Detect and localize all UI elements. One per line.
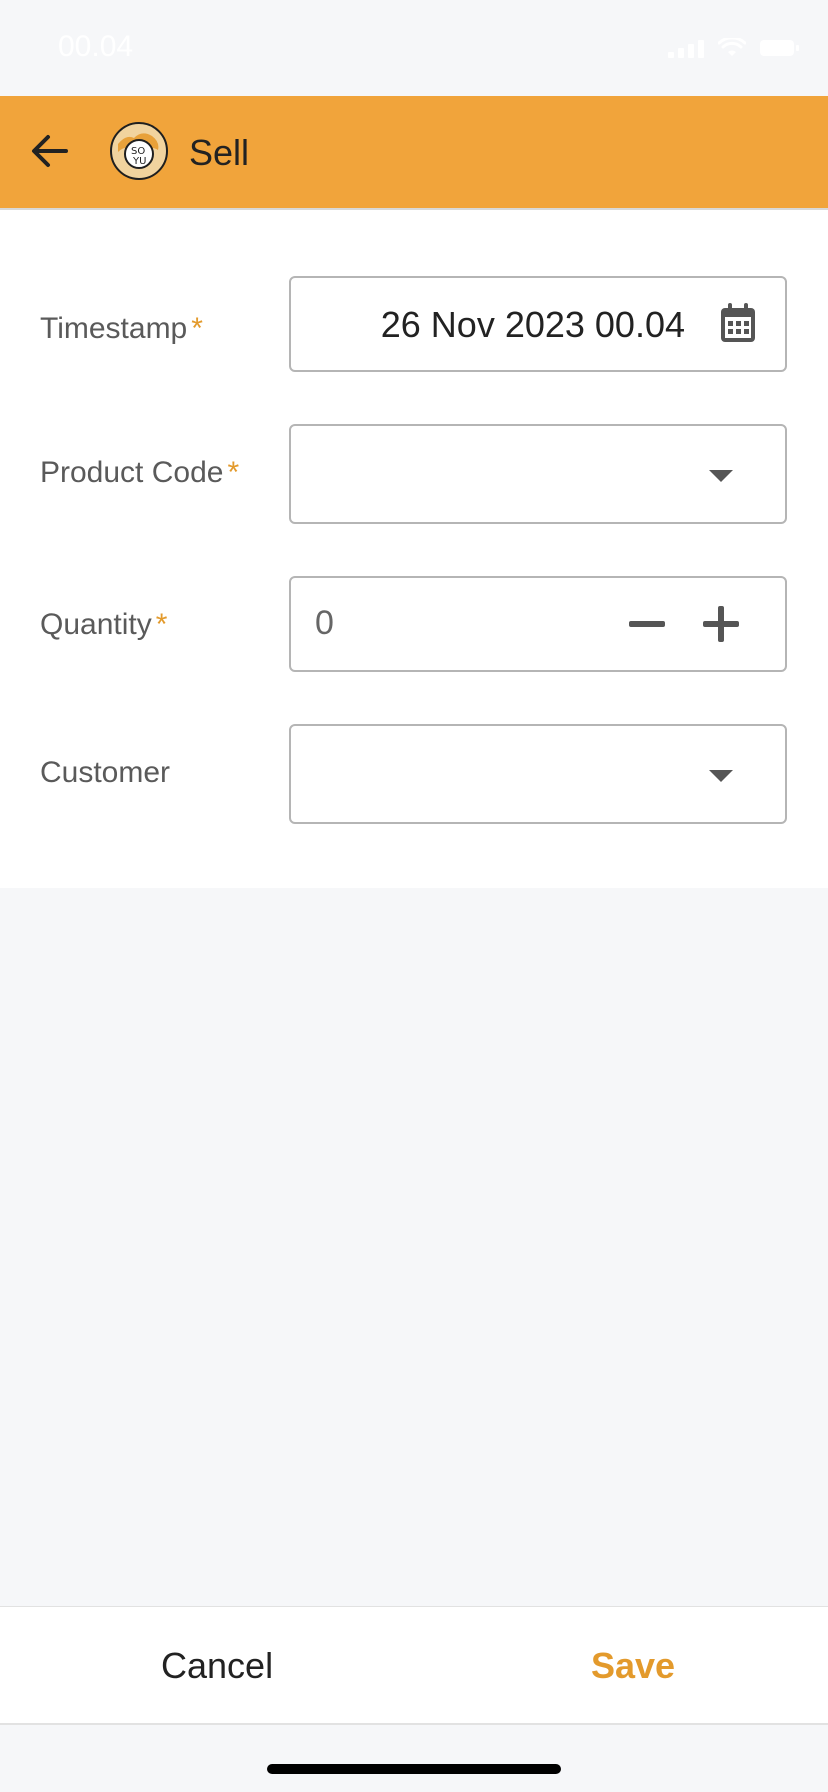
wifi-icon — [718, 38, 746, 56]
status-bar: 00.04 — [0, 0, 828, 96]
required-mark: * — [155, 608, 168, 641]
customer-label: Customer — [40, 756, 171, 789]
quantity-stepper[interactable]: 0 — [289, 576, 787, 672]
quantity-input[interactable]: 0 — [315, 604, 334, 643]
timestamp-value: 26 Nov 2023 00.04 — [380, 304, 685, 345]
timestamp-field[interactable]: 26 Nov 2023 00.04 — [289, 276, 787, 372]
arrow-left-icon — [32, 135, 68, 167]
required-mark: * — [191, 312, 203, 345]
product-code-label-text: Product Code — [40, 456, 224, 489]
save-button[interactable]: Save — [591, 1645, 675, 1687]
quantity-label-text: Quantity — [40, 608, 152, 641]
page-title: Sell — [189, 132, 250, 173]
caret-down-icon[interactable] — [709, 770, 733, 782]
calendar-icon[interactable] — [719, 302, 757, 344]
plus-icon[interactable] — [701, 604, 741, 644]
quantity-label: Quantity * — [40, 608, 167, 642]
sell-form: Timestamp * 26 Nov 2023 00.04 Product Cod… — [0, 210, 828, 888]
signal-icon — [668, 38, 704, 58]
status-time: 00.04 — [58, 30, 134, 63]
action-footer: Cancel Save — [0, 1606, 828, 1725]
timestamp-label: Timestamp * — [40, 312, 203, 346]
app-logo: SO YU — [110, 122, 168, 180]
timestamp-label-text: Timestamp — [40, 312, 188, 345]
app-bar: SO YU Sell — [0, 96, 828, 210]
caret-down-icon[interactable] — [709, 470, 733, 482]
required-mark: * — [227, 456, 240, 489]
svg-text:YU: YU — [132, 156, 146, 167]
home-indicator[interactable] — [267, 1764, 561, 1774]
cancel-button[interactable]: Cancel — [161, 1645, 273, 1687]
minus-icon[interactable] — [627, 604, 667, 644]
product-code-select[interactable] — [289, 424, 787, 524]
product-code-label: Product Code * — [40, 456, 239, 490]
battery-icon — [760, 40, 799, 56]
back-button[interactable] — [24, 124, 78, 178]
status-icons — [668, 38, 799, 58]
customer-select[interactable] — [289, 724, 787, 824]
